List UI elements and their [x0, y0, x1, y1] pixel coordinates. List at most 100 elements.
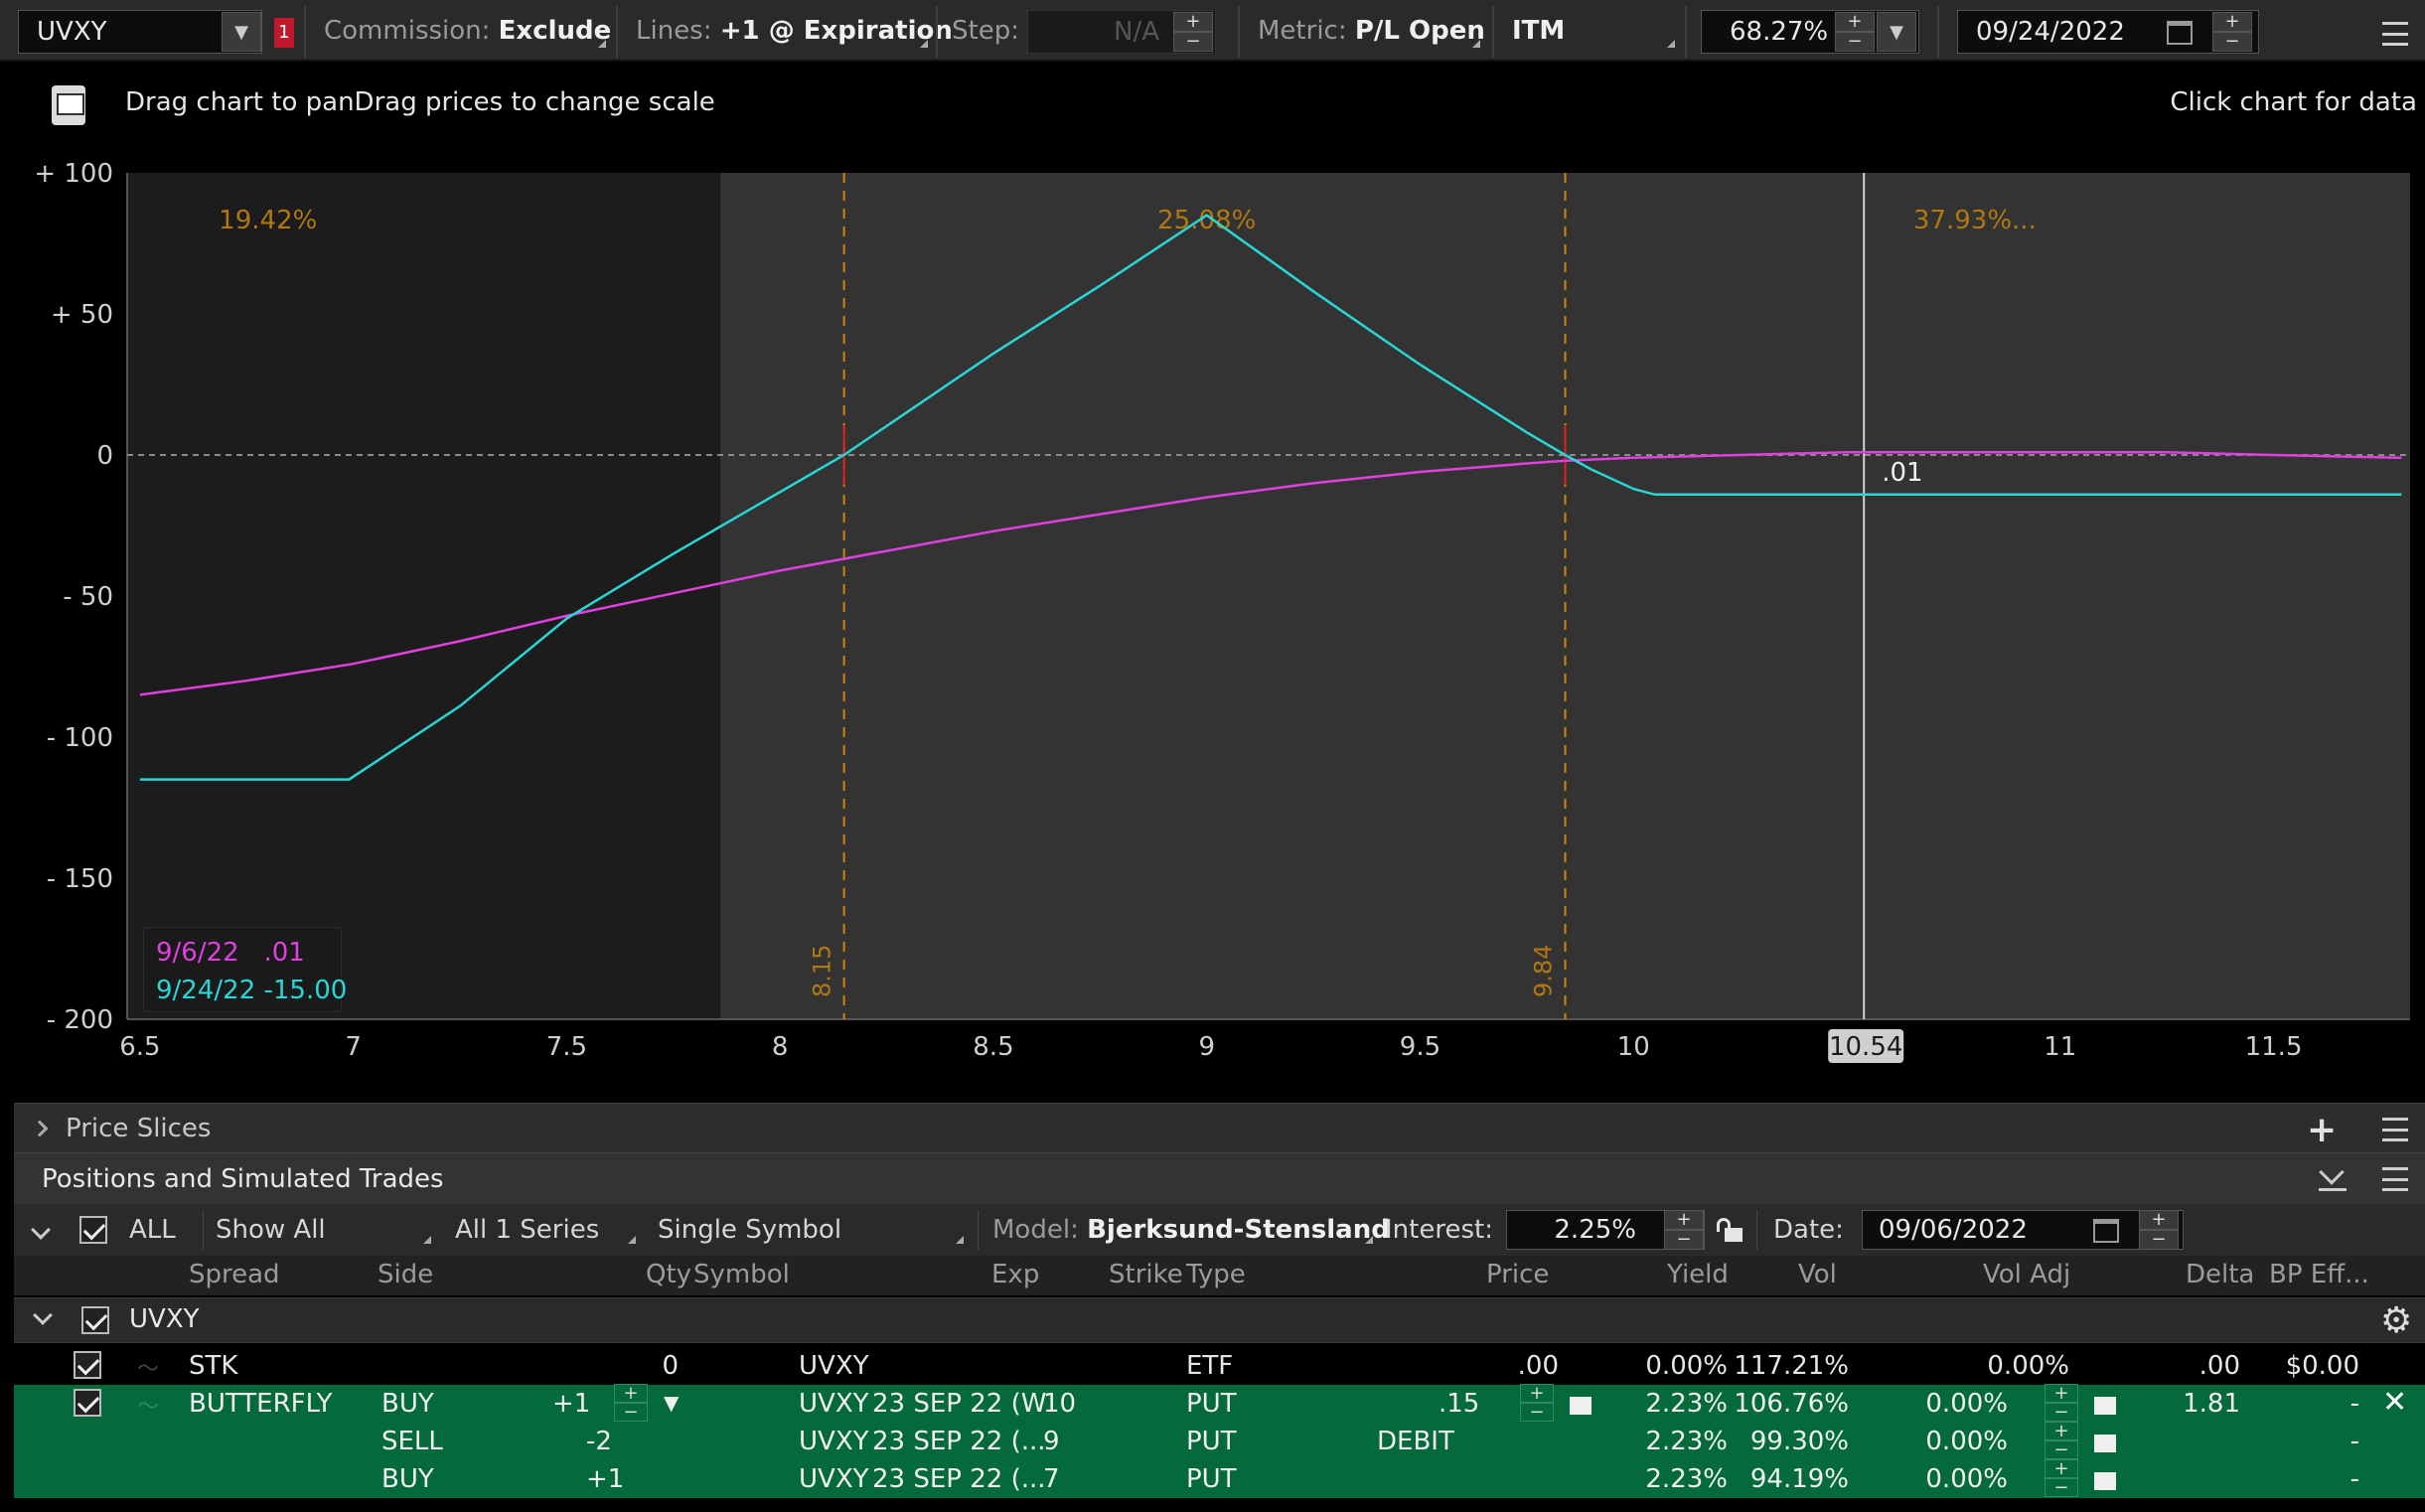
- qty-dropdown-icon[interactable]: ▼: [664, 1391, 679, 1415]
- table-row[interactable]: ～ BUTTERFLY BUY +1 + − ▼ UVXY 23 SEP 22 (…: [14, 1384, 2425, 1423]
- price-lock-icon[interactable]: [1570, 1397, 1591, 1415]
- probability-stepper[interactable]: + −: [1835, 12, 1875, 52]
- plus-icon[interactable]: +: [2212, 12, 2252, 32]
- row-checkbox[interactable]: [74, 1351, 101, 1379]
- minus-icon[interactable]: −: [2212, 32, 2252, 52]
- chevron-down-icon[interactable]: [31, 1220, 51, 1240]
- chart-toggle-icon[interactable]: ～: [137, 1389, 159, 1421]
- plus-icon[interactable]: +: [1835, 12, 1875, 32]
- symbol-mode-filter[interactable]: Single Symbol: [646, 1210, 970, 1250]
- plus-icon[interactable]: +: [614, 1384, 648, 1403]
- vol-lock-icon[interactable]: [2094, 1472, 2116, 1490]
- minus-icon[interactable]: −: [2045, 1403, 2078, 1422]
- minus-icon[interactable]: −: [614, 1403, 648, 1422]
- minus-icon[interactable]: −: [1173, 32, 1213, 52]
- row-price[interactable]: .15: [1439, 1389, 1479, 1419]
- vol-adj-stepper[interactable]: + −: [2045, 1422, 2078, 1459]
- column-vol-adj[interactable]: Vol Adj: [1983, 1260, 2070, 1289]
- table-row[interactable]: SELL -2 UVXY 23 SEP 22 (... 9 PUT DEBIT …: [14, 1422, 2425, 1460]
- minus-icon[interactable]: −: [1664, 1230, 1704, 1250]
- row-strike[interactable]: 7: [1043, 1464, 1060, 1494]
- symbol-selector[interactable]: UVXY ▼: [18, 10, 262, 54]
- row-exp[interactable]: 23 SEP 22 (W: [872, 1389, 1046, 1419]
- series-filter[interactable]: All 1 Series: [443, 1210, 642, 1250]
- row-type[interactable]: PUT: [1186, 1427, 1237, 1456]
- vol-adj-stepper[interactable]: + −: [2045, 1384, 2078, 1422]
- chevron-right-icon[interactable]: [31, 1120, 49, 1136]
- minus-icon[interactable]: −: [1835, 32, 1875, 52]
- interest-input[interactable]: 2.25% + −: [1506, 1210, 1705, 1250]
- metric-control[interactable]: Metric: P/L Open: [1258, 8, 1486, 54]
- collapse-icon[interactable]: [2319, 1159, 2347, 1191]
- column-symbol[interactable]: Symbol: [693, 1260, 790, 1289]
- step-input[interactable]: N/A + −: [1027, 10, 1216, 54]
- vol-lock-icon[interactable]: [2094, 1435, 2116, 1452]
- row-vol-adj[interactable]: 0.00%: [1925, 1389, 2008, 1419]
- commission-control[interactable]: Commission: Exclude: [324, 8, 612, 54]
- risk-profile-chart[interactable]: + 100 + 50 0 - 50 - 100 - 150 - 200 6.5 7 7.5 8 8.5…: [14, 157, 2425, 1071]
- price-slices-menu-icon[interactable]: [2382, 1118, 2408, 1141]
- vol-lock-icon[interactable]: [2094, 1397, 2116, 1415]
- positions-menu-icon[interactable]: [2382, 1167, 2408, 1191]
- plus-icon[interactable]: +: [1520, 1384, 1554, 1403]
- minus-icon[interactable]: −: [1520, 1403, 1554, 1422]
- unlock-icon[interactable]: [1717, 1218, 1743, 1244]
- column-vol[interactable]: Vol: [1798, 1260, 1837, 1289]
- row-vol-adj[interactable]: 0.00%: [1925, 1427, 2008, 1456]
- table-row[interactable]: BUY +1 UVXY 23 SEP 22 (... 7 PUT 2.23% 9…: [14, 1459, 2425, 1498]
- column-exp[interactable]: Exp: [991, 1260, 1039, 1289]
- show-filter[interactable]: Show All: [203, 1210, 437, 1250]
- plus-icon[interactable]: +: [2045, 1459, 2078, 1478]
- calendar-icon[interactable]: [2167, 21, 2193, 45]
- column-qty[interactable]: Qty: [646, 1260, 691, 1289]
- row-exp[interactable]: 23 SEP 22 (...: [872, 1464, 1046, 1494]
- gear-icon[interactable]: ⚙: [2380, 1300, 2412, 1341]
- plus-icon[interactable]: +: [2045, 1384, 2078, 1403]
- plus-icon[interactable]: +: [2045, 1422, 2078, 1440]
- calendar-icon[interactable]: [2093, 1219, 2119, 1243]
- column-strike[interactable]: Strike: [1109, 1260, 1183, 1289]
- plus-icon[interactable]: +: [1664, 1210, 1704, 1230]
- column-side[interactable]: Side: [378, 1260, 433, 1289]
- chart-mode-icon[interactable]: [52, 85, 85, 125]
- row-qty[interactable]: +1: [552, 1389, 590, 1419]
- close-icon[interactable]: ✕: [2382, 1385, 2407, 1420]
- row-strike[interactable]: 10: [1043, 1389, 1076, 1419]
- plus-icon[interactable]: +: [1173, 12, 1213, 32]
- row-exp[interactable]: 23 SEP 22 (...: [872, 1427, 1046, 1456]
- row-checkbox[interactable]: [74, 1389, 101, 1417]
- column-spread[interactable]: Spread: [189, 1260, 280, 1289]
- row-vol-adj[interactable]: 0.00%: [1925, 1464, 2008, 1494]
- positions-header[interactable]: Positions and Simulated Trades: [14, 1152, 2425, 1204]
- select-all-checkbox[interactable]: [79, 1216, 107, 1244]
- row-side[interactable]: BUY: [381, 1389, 434, 1419]
- minus-icon[interactable]: −: [2045, 1478, 2078, 1497]
- vol-adj-stepper[interactable]: + −: [2045, 1459, 2078, 1497]
- alert-badge[interactable]: 1: [274, 18, 294, 48]
- interest-stepper[interactable]: + −: [1664, 1210, 1704, 1250]
- price-stepper[interactable]: + −: [1520, 1384, 1554, 1422]
- column-price[interactable]: Price: [1486, 1260, 1549, 1289]
- column-bp-effect[interactable]: BP Eff...: [2269, 1260, 2369, 1289]
- analysis-date-input[interactable]: 09/06/2022 + −: [1862, 1210, 2184, 1250]
- model-selector[interactable]: Model: Bjerksund-Stensland: [978, 1210, 1390, 1250]
- probability-dropdown-button[interactable]: ▼: [1877, 12, 1916, 52]
- plus-icon[interactable]: +: [2139, 1210, 2179, 1230]
- position-group-row[interactable]: UVXY ⚙: [14, 1297, 2425, 1343]
- date-stepper[interactable]: + −: [2212, 12, 2252, 52]
- toolbar-menu-icon[interactable]: [2382, 22, 2408, 46]
- column-yield[interactable]: Yield: [1667, 1260, 1729, 1289]
- row-side[interactable]: BUY: [381, 1464, 434, 1494]
- probability-input[interactable]: 68.27% + − ▼: [1701, 10, 1919, 54]
- expiration-date-input[interactable]: 09/24/2022 + −: [1957, 10, 2259, 54]
- chevron-down-icon[interactable]: [33, 1305, 53, 1325]
- row-side[interactable]: SELL: [381, 1427, 443, 1456]
- add-slice-icon[interactable]: +: [2307, 1110, 2337, 1150]
- lines-control[interactable]: Lines: +1 @ Expiration: [636, 8, 953, 54]
- row-type[interactable]: PUT: [1186, 1464, 1237, 1494]
- analysis-date-stepper[interactable]: + −: [2139, 1210, 2179, 1250]
- itm-control[interactable]: ITM: [1512, 8, 1681, 54]
- qty-stepper[interactable]: + −: [614, 1384, 648, 1422]
- row-spread[interactable]: BUTTERFLY: [189, 1389, 333, 1419]
- step-stepper[interactable]: + −: [1173, 12, 1213, 52]
